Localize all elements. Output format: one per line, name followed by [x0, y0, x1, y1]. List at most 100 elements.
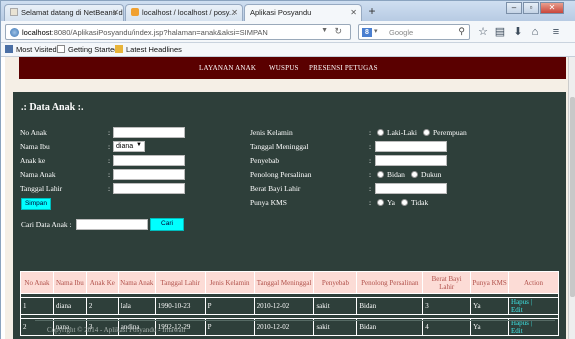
radio-tidak[interactable]	[401, 199, 408, 206]
cari-data-anak-input[interactable]	[76, 219, 148, 230]
menu-layanan-anak[interactable]: LAYANAN ANAK	[199, 64, 256, 72]
search-engine-icon[interactable]: 8	[362, 28, 372, 37]
cari-button[interactable]: Cari	[150, 218, 184, 231]
netbeans-icon	[10, 8, 18, 16]
anak-ke-input[interactable]	[113, 155, 185, 166]
penyebab-input[interactable]	[375, 155, 447, 166]
tanggal-meninggal-input[interactable]	[375, 141, 447, 152]
navigation-bar: localhost:8080/AplikasiPosyandu/index.js…	[1, 21, 575, 43]
colon: :	[108, 170, 111, 179]
menu-presensi-petugas[interactable]: PRESENSI PETUGAS	[309, 64, 378, 72]
download-icon[interactable]: ⬇	[511, 25, 525, 39]
label-berat-bayi-lahir: Berat Bayi Lahir	[250, 184, 301, 193]
label-nama-ibu: Nama Ibu	[20, 142, 50, 151]
nama-ibu-select[interactable]: diana ▼	[113, 141, 145, 152]
colon: :	[108, 142, 111, 151]
url-path: :8080/AplikasiPosyandu/index.jsp?halaman…	[51, 28, 268, 37]
globe-icon	[10, 28, 19, 37]
column-header: Penolong Persalinan	[356, 271, 424, 294]
edit-link[interactable]: Edit	[511, 327, 523, 335]
menu-icon[interactable]: ≡	[549, 25, 563, 39]
column-header: Penyebab	[313, 271, 358, 294]
table-cell: 3	[422, 297, 472, 315]
minimize-icon[interactable]: –	[506, 2, 522, 14]
table-cell: P	[204, 318, 255, 336]
bookmark-label: Most Visited	[16, 45, 57, 54]
table-cell: Ya	[470, 297, 510, 315]
table-cell: Bidan	[356, 297, 424, 315]
url-host: localhost	[22, 28, 52, 37]
menu-wuspus[interactable]: WUSPUS	[269, 64, 299, 72]
hapus-link[interactable]: Hapus |	[511, 298, 532, 306]
column-header: Nama Anak	[117, 271, 156, 294]
tab-aplikasi-posyandu[interactable]: Aplikasi Posyandu ✕	[244, 4, 362, 21]
table-header-row: No Anak Nama Ibu Anak Ke Nama Anak Tangg…	[20, 271, 559, 294]
chevron-down-icon[interactable]: ▾	[374, 27, 378, 35]
colon: :	[108, 184, 111, 193]
chevron-down-icon[interactable]: ▼	[321, 27, 328, 34]
table-cell: diana	[52, 297, 87, 315]
table-cell: 2010-12-02	[253, 297, 315, 315]
radio-bidan[interactable]	[377, 171, 384, 178]
column-header: Action	[508, 271, 559, 294]
table-cell: sakit	[313, 318, 358, 336]
radio-perempuan[interactable]	[423, 129, 430, 136]
page-background: LAYANAN ANAK WUSPUS PRESENSI PETUGAS .: …	[5, 57, 568, 339]
label-anak-ke: Anak ke	[20, 156, 46, 165]
close-window-icon[interactable]: ✕	[540, 2, 564, 14]
tab-phpmyadmin[interactable]: localhost / localhost / posy... ✕	[125, 4, 243, 21]
label-tanggal-meninggal: Tanggal Meninggal	[250, 142, 309, 151]
chevron-down-icon: ▼	[136, 142, 142, 148]
label-tidak: Tidak	[411, 198, 429, 207]
berat-bayi-input[interactable]	[375, 183, 447, 194]
colon: :	[369, 198, 372, 207]
bookmark-getting-started[interactable]: Getting Started	[57, 45, 118, 54]
table-cell: 4	[422, 318, 472, 336]
colon: :	[369, 170, 372, 179]
vertical-scrollbar[interactable]	[568, 57, 575, 339]
radio-dukun[interactable]	[411, 171, 418, 178]
tab-netbeans[interactable]: Selamat datang di NetBeans da... ✕	[4, 4, 124, 21]
simpan-button[interactable]: Simpan	[21, 198, 51, 210]
column-header: Punya KMS	[470, 271, 510, 294]
magnifier-icon[interactable]: ⚲	[458, 26, 465, 37]
table-cell: 1	[20, 297, 54, 315]
top-menu: LAYANAN ANAK WUSPUS PRESENSI PETUGAS	[19, 57, 566, 79]
bookmark-latest-headlines[interactable]: Latest Headlines	[115, 45, 182, 54]
url-bar[interactable]: localhost:8080/AplikasiPosyandu/index.js…	[5, 24, 351, 40]
close-icon[interactable]: ✕	[350, 8, 357, 17]
bookmarks-list-icon[interactable]: ▤	[493, 25, 507, 39]
column-header: Jenis Kelamin	[204, 271, 255, 294]
radio-laki-laki[interactable]	[377, 129, 384, 136]
scrollbar-thumb[interactable]	[570, 97, 575, 297]
column-header: No Anak	[20, 271, 54, 294]
home-icon[interactable]: ⌂	[528, 25, 542, 39]
column-header: Anak Ke	[85, 271, 119, 294]
label-nama-anak: Nama Anak	[20, 170, 56, 179]
label-no-anak: No Anak	[20, 128, 47, 137]
nama-anak-input[interactable]	[113, 169, 185, 180]
close-icon[interactable]: ✕	[112, 8, 119, 17]
bookmark-most-visited[interactable]: Most Visited	[5, 45, 57, 54]
table-cell: 2	[85, 297, 119, 315]
no-anak-input[interactable]	[113, 127, 185, 138]
table-row: 1 diana 2 lala 1990-10-23 P 2010-12-02 s…	[20, 297, 559, 315]
label-bidan: Bidan	[387, 170, 405, 179]
maximize-icon[interactable]: ▫	[523, 2, 539, 14]
close-icon[interactable]: ✕	[231, 8, 238, 17]
bookmarks-toolbar: Most Visited Getting Started Latest Head…	[1, 43, 575, 57]
reload-icon[interactable]: ↻	[334, 26, 342, 37]
nama-ibu-value: diana	[116, 143, 134, 150]
label-tanggal-lahir: Tanggal Lahir	[20, 184, 63, 193]
new-tab-icon[interactable]: +	[364, 5, 380, 19]
table-cell: 1990-10-23	[154, 297, 206, 315]
action-cell: Hapus | Edit	[508, 297, 559, 315]
colon: :	[369, 156, 372, 165]
radio-ya[interactable]	[377, 199, 384, 206]
bookmark-star-icon[interactable]: ☆	[476, 25, 490, 39]
search-input[interactable]: 8 ▾ Google ⚲	[358, 24, 470, 40]
tanggal-lahir-input[interactable]	[113, 183, 185, 194]
label-perempuan: Perempuan	[433, 128, 467, 137]
edit-link[interactable]: Edit	[511, 306, 523, 314]
label-punya-kms: Punya KMS	[250, 198, 287, 207]
